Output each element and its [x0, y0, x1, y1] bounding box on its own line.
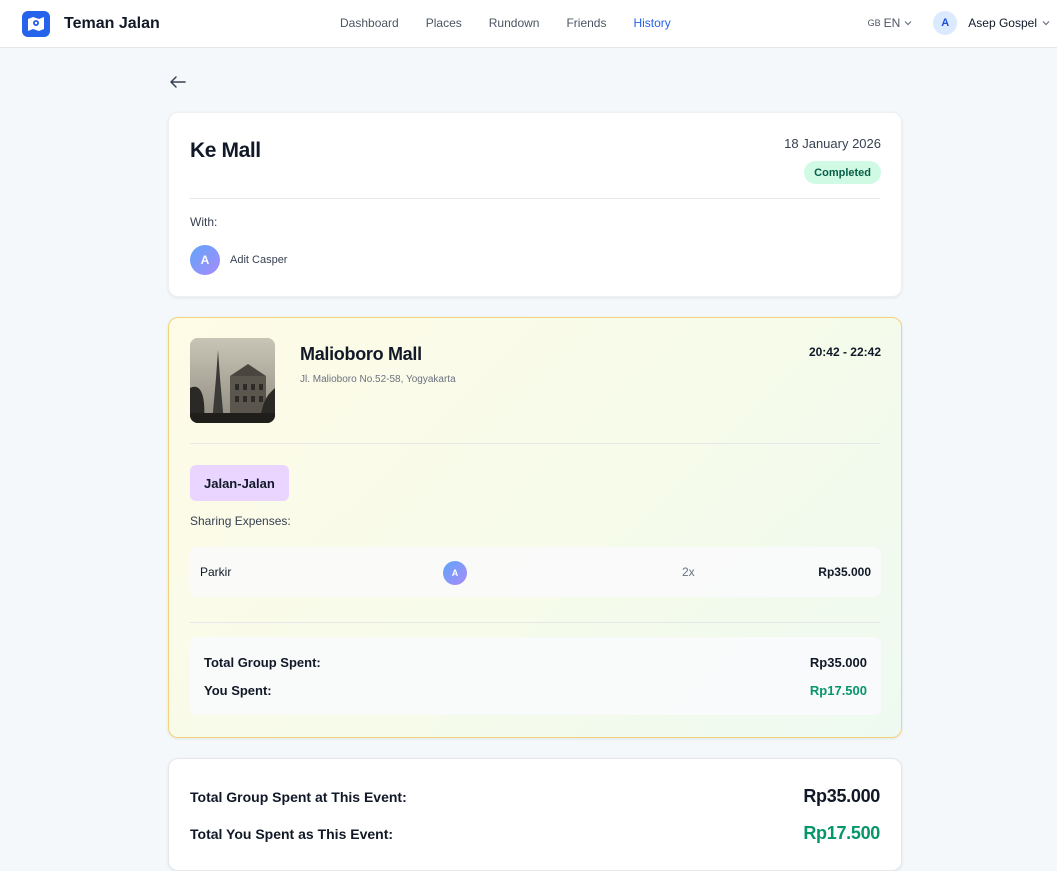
expense-row: Parkir A 2x Rp35.000	[190, 547, 881, 597]
event-totals-card: Total Group Spent at This Event: Rp35.00…	[168, 758, 902, 871]
divider	[190, 622, 880, 623]
expense-quantity: 2x	[682, 565, 695, 579]
brand-name: Teman Jalan	[64, 15, 160, 32]
friend-item: A Adit Casper	[190, 245, 287, 275]
language-code: EN	[883, 16, 901, 30]
nav-link-friends[interactable]: Friends	[566, 16, 606, 30]
friend-name: Adit Casper	[230, 254, 288, 266]
place-name: Malioboro Mall	[300, 344, 422, 364]
status-badge: Completed	[804, 161, 881, 184]
group-spent-label: Total Group Spent:	[204, 655, 321, 670]
gb-flag-icon: GB	[867, 18, 881, 28]
expense-amount: Rp35.000	[818, 565, 871, 579]
total-you-label: Total You Spent as This Event:	[190, 826, 394, 842]
nav-links: Dashboard Places Rundown Friends History	[340, 16, 698, 30]
divider	[190, 443, 880, 444]
top-navbar: Teman Jalan Dashboard Places Rundown Fri…	[0, 0, 1057, 48]
with-label: With:	[190, 215, 218, 229]
expense-payer-avatar: A	[443, 561, 467, 585]
total-group-label: Total Group Spent at This Event:	[190, 789, 407, 805]
language-selector[interactable]: GB EN	[868, 16, 914, 30]
place-time: 20:42 - 22:42	[808, 345, 881, 359]
user-name[interactable]: Asep Gospel	[968, 16, 1037, 30]
nav-link-history[interactable]: History	[633, 16, 670, 30]
chevron-down-icon	[904, 21, 912, 26]
expense-name: Parkir	[200, 565, 232, 579]
map-pin-icon	[22, 11, 50, 37]
you-spent-label: You Spent:	[204, 683, 272, 698]
sharing-expenses-label: Sharing Expenses:	[190, 514, 291, 528]
event-date: 18 January 2026	[784, 136, 881, 151]
event-card: Ke Mall 18 January 2026 Completed With: …	[168, 112, 902, 297]
back-arrow-icon[interactable]	[168, 72, 188, 92]
event-title: Ke Mall	[190, 139, 261, 162]
chevron-down-icon[interactable]	[1041, 18, 1051, 28]
nav-right: GB EN A Asep Gospel	[868, 11, 1057, 35]
place-photo	[190, 338, 275, 423]
total-group-value: Rp35.000	[803, 786, 880, 806]
place-card: Malioboro Mall Jl. Malioboro No.52-58, Y…	[168, 317, 902, 738]
total-you-value: Rp17.500	[803, 823, 880, 843]
place-address: Jl. Malioboro No.52-58, Yogyakarta	[300, 374, 456, 385]
activity-tag: Jalan-Jalan	[190, 465, 289, 501]
you-spent-value: Rp17.500	[809, 683, 867, 698]
nav-link-dashboard[interactable]: Dashboard	[340, 16, 399, 30]
user-avatar[interactable]: A	[933, 11, 958, 35]
friend-avatar: A	[190, 245, 220, 275]
divider	[190, 198, 880, 199]
nav-link-places[interactable]: Places	[426, 16, 462, 30]
place-summary: Total Group Spent: Rp35.000 You Spent: R…	[190, 637, 881, 715]
brand[interactable]: Teman Jalan	[22, 11, 160, 37]
group-spent-value: Rp35.000	[809, 655, 867, 670]
nav-link-rundown[interactable]: Rundown	[489, 16, 540, 30]
